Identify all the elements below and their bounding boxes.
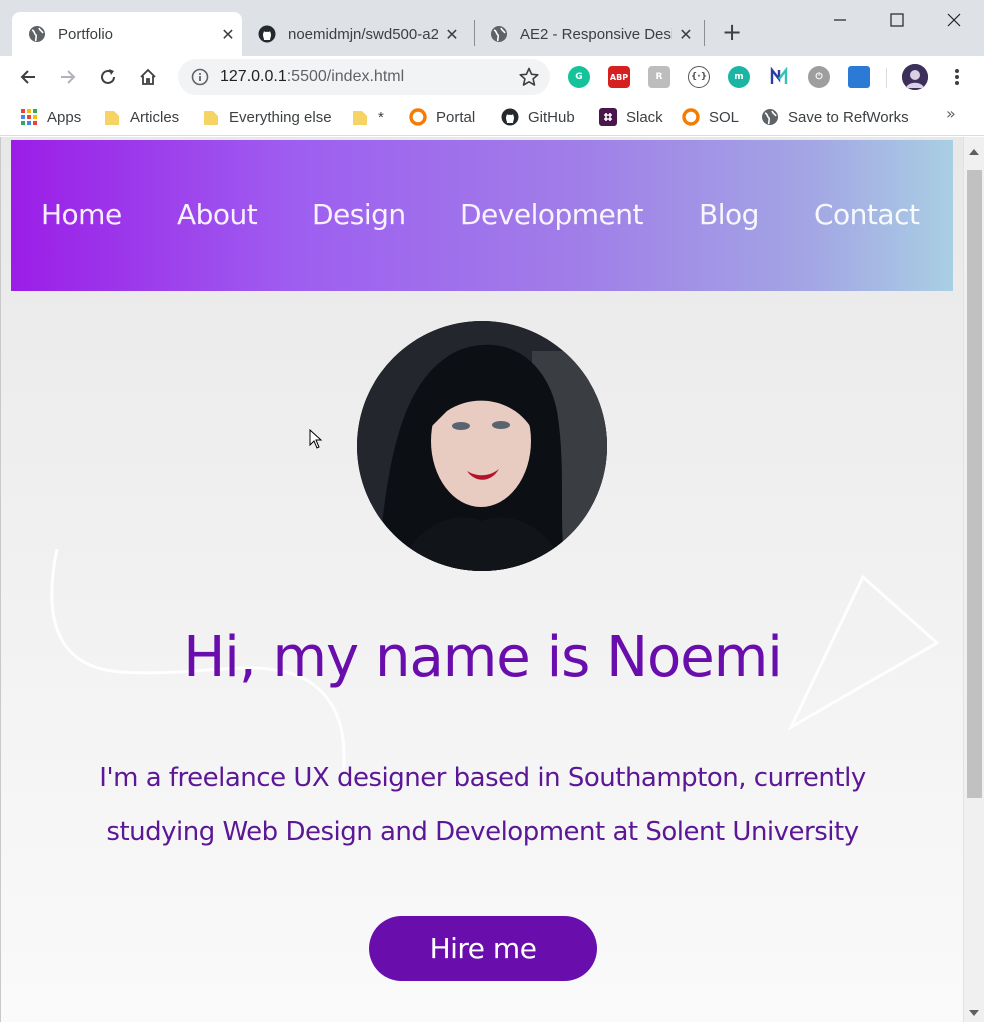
bookmark-label: Save to RefWorks bbox=[788, 108, 909, 126]
browser-toolbar: 127.0.0.1:5500/index.html G ABP R {·} m … bbox=[0, 56, 984, 98]
toolbar-divider bbox=[886, 68, 887, 88]
adblock-icon[interactable]: ABP bbox=[608, 66, 630, 88]
bookmark-label: GitHub bbox=[528, 108, 575, 126]
power-icon[interactable]: ⏻ bbox=[808, 66, 830, 88]
bookmark-label: Apps bbox=[47, 108, 82, 126]
hero-lead: I'm a freelance UX designer based in Sou… bbox=[41, 751, 924, 859]
bookmark-label: Everything else bbox=[229, 108, 332, 126]
tab-strip: Portfolio ✕ noemidmjn/swd500-a2 ✕ AE2 - … bbox=[0, 0, 984, 56]
ring-icon bbox=[409, 108, 427, 126]
maximize-icon[interactable] bbox=[869, 4, 925, 36]
vertical-scrollbar[interactable] bbox=[963, 137, 984, 1022]
close-tab-icon[interactable]: ✕ bbox=[672, 25, 700, 44]
url-path: :5500/index.html bbox=[286, 68, 405, 85]
bookmark-label: Articles bbox=[130, 108, 180, 126]
brackets-icon[interactable]: {·} bbox=[688, 66, 710, 88]
scroll-up-icon[interactable] bbox=[969, 149, 979, 155]
page-viewport: Home About Design Development Blog Conta… bbox=[0, 137, 963, 1022]
tab-title: noemidmjn/swd500-a2 bbox=[288, 25, 438, 43]
close-tab-icon[interactable]: ✕ bbox=[214, 25, 242, 44]
hire-me-button[interactable]: Hire me bbox=[369, 916, 597, 981]
menu-kebab-icon[interactable] bbox=[940, 60, 974, 94]
scrollbar-thumb[interactable] bbox=[967, 170, 982, 798]
mouse-cursor-icon bbox=[309, 429, 323, 449]
globe-icon bbox=[761, 108, 779, 126]
extension-icon[interactable]: R bbox=[648, 66, 670, 88]
hero-lead-line-1: I'm a freelance UX designer based in Sou… bbox=[99, 763, 866, 793]
tab-portfolio[interactable]: Portfolio ✕ bbox=[12, 12, 242, 56]
tab-title: Portfolio bbox=[58, 25, 114, 43]
bookmark-label: Portal bbox=[436, 108, 476, 126]
url-text[interactable]: 127.0.0.1:5500/index.html bbox=[220, 68, 518, 86]
globe-icon bbox=[28, 25, 46, 43]
github-icon bbox=[501, 108, 519, 126]
folder-icon bbox=[202, 108, 220, 126]
github-icon bbox=[258, 25, 276, 43]
reload-icon[interactable] bbox=[91, 60, 125, 94]
url-host: 127.0.0.1 bbox=[220, 68, 287, 85]
bookmark-label: * bbox=[378, 108, 384, 126]
nav-design[interactable]: Design bbox=[312, 198, 406, 231]
bookmark-star-icon[interactable] bbox=[518, 66, 540, 88]
bookmark-refworks[interactable]: Save to RefWorks bbox=[761, 106, 909, 128]
forward-icon[interactable] bbox=[51, 60, 85, 94]
address-bar[interactable]: 127.0.0.1:5500/index.html bbox=[178, 59, 550, 95]
globe-icon bbox=[490, 25, 508, 43]
bookmark-star-folder[interactable]: * bbox=[351, 106, 384, 128]
tab-title: AE2 - Responsive Design bbox=[520, 25, 672, 43]
apps-grid-icon bbox=[20, 108, 38, 126]
folder-icon bbox=[351, 108, 369, 126]
tab-github[interactable]: noemidmjn/swd500-a2 ✕ bbox=[242, 12, 470, 56]
bookmark-label: Slack bbox=[626, 108, 663, 126]
minimize-icon[interactable] bbox=[812, 4, 868, 36]
nav-home[interactable]: Home bbox=[41, 198, 122, 231]
nav-blog[interactable]: Blog bbox=[699, 198, 759, 231]
bookmark-github[interactable]: GitHub bbox=[501, 106, 575, 128]
tab-divider bbox=[704, 20, 705, 46]
nav-development[interactable]: Development bbox=[460, 198, 644, 231]
close-tab-icon[interactable]: ✕ bbox=[438, 25, 466, 44]
bookmark-label: SOL bbox=[709, 108, 740, 126]
close-window-icon[interactable] bbox=[926, 4, 982, 36]
nav-contact[interactable]: Contact bbox=[814, 198, 920, 231]
bookmarks-overflow-button[interactable]: » bbox=[946, 104, 956, 123]
slack-icon bbox=[599, 108, 617, 126]
home-icon[interactable] bbox=[131, 60, 165, 94]
hero-headline: Hi, my name is Noemi bbox=[183, 625, 783, 690]
hero-lead-line-2: studying Web Design and Development at S… bbox=[106, 817, 859, 847]
grammarly-icon[interactable]: G bbox=[568, 66, 590, 88]
tab-icon[interactable] bbox=[848, 66, 870, 88]
ring-icon bbox=[682, 108, 700, 126]
nav-about[interactable]: About bbox=[177, 198, 258, 231]
bookmark-portal[interactable]: Portal bbox=[409, 106, 475, 128]
bookmark-articles[interactable]: Articles bbox=[103, 106, 179, 128]
bookmark-sol[interactable]: SOL bbox=[682, 106, 739, 128]
scroll-down-icon[interactable] bbox=[969, 1010, 979, 1016]
tab-ae2[interactable]: AE2 - Responsive Design ✕ bbox=[474, 12, 702, 56]
bookmark-everything-else[interactable]: Everything else bbox=[202, 106, 332, 128]
bookmark-apps[interactable]: Apps bbox=[20, 106, 81, 128]
profile-avatar-icon[interactable] bbox=[902, 64, 928, 90]
bookmarks-bar: Apps Articles Everything else * Portal G… bbox=[0, 98, 984, 136]
site-info-icon[interactable] bbox=[190, 67, 210, 87]
mercury-icon[interactable]: m bbox=[728, 66, 750, 88]
profile-photo bbox=[357, 321, 607, 571]
main-navigation: Home About Design Development Blog Conta… bbox=[11, 140, 953, 291]
back-icon[interactable] bbox=[11, 60, 45, 94]
folder-icon bbox=[103, 108, 121, 126]
notion-icon[interactable] bbox=[768, 66, 790, 88]
bookmark-slack[interactable]: Slack bbox=[599, 106, 663, 128]
new-tab-button[interactable]: + bbox=[718, 16, 746, 48]
